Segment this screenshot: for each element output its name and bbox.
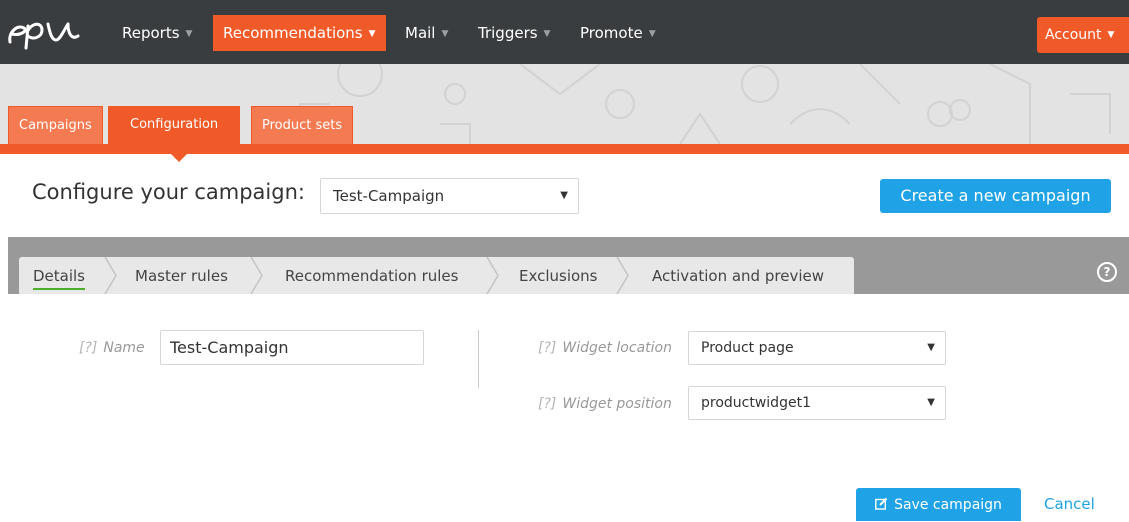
nav-mail[interactable]: Mail ▼ xyxy=(405,15,448,51)
chevron-down-icon: ▼ xyxy=(543,29,551,39)
step-recommendation-rules-label: Recommendation rules xyxy=(285,267,459,285)
campaign-name-input[interactable] xyxy=(160,330,424,365)
step-exclusions-label: Exclusions xyxy=(519,267,598,285)
epi-logo[interactable] xyxy=(6,12,88,52)
widget-location-label-group: [?] Widget location xyxy=(538,340,672,356)
chevron-down-icon: ▼ xyxy=(560,190,568,201)
widget-position-label: Widget position xyxy=(562,396,672,412)
step-master-rules[interactable]: Master rules xyxy=(135,257,228,294)
tab-underline-bar xyxy=(0,144,1129,154)
nav-recommendations-label: Recommendations xyxy=(223,24,363,42)
nav-triggers[interactable]: Triggers ▼ xyxy=(478,15,550,51)
help-icon[interactable]: ? xyxy=(1097,262,1117,282)
step-details-label: Details xyxy=(33,267,86,290)
widget-location-label: Widget location xyxy=(562,340,672,356)
save-campaign-button[interactable]: Save campaign xyxy=(856,488,1021,521)
tab-product-sets-label: Product sets xyxy=(262,118,343,133)
chevron-down-icon: ▼ xyxy=(648,29,656,39)
nav-triggers-label: Triggers xyxy=(478,24,538,42)
edit-icon xyxy=(875,497,888,510)
campaign-select-value: Test-Campaign xyxy=(333,187,445,205)
page-title: Configure your campaign: xyxy=(32,180,305,204)
tab-campaigns[interactable]: Campaigns xyxy=(8,106,103,144)
chevron-down-icon: ▼ xyxy=(1107,30,1115,40)
step-activation-preview-label: Activation and preview xyxy=(652,267,824,285)
tab-configuration[interactable]: Configuration xyxy=(108,106,241,144)
name-label: Name xyxy=(103,340,145,356)
create-campaign-button[interactable]: Create a new campaign xyxy=(880,179,1111,213)
widget-location-select[interactable]: Product page ▼ xyxy=(688,331,946,365)
widget-position-select[interactable]: productwidget1 ▼ xyxy=(688,386,946,420)
tab-configuration-label: Configuration xyxy=(130,117,219,132)
widget-position-label-group: [?] Widget position xyxy=(538,396,672,412)
save-campaign-label: Save campaign xyxy=(894,497,1002,513)
chevron-down-icon: ▼ xyxy=(185,29,193,39)
nav-mail-label: Mail xyxy=(405,24,436,42)
step-separator-icon xyxy=(250,257,263,294)
active-tab-pointer xyxy=(171,154,187,162)
chevron-down-icon: ▼ xyxy=(927,397,935,408)
name-help-hint[interactable]: [?] xyxy=(79,340,97,356)
campaign-select[interactable]: Test-Campaign ▼ xyxy=(320,178,579,214)
top-navigation: Reports ▼ Recommendations ▼ Mail ▼ Triggers… xyxy=(0,0,1129,64)
widget-position-value: productwidget1 xyxy=(701,395,811,411)
form-column-divider xyxy=(478,330,479,388)
chevron-down-icon: ▼ xyxy=(368,29,376,39)
cancel-link[interactable]: Cancel xyxy=(1044,495,1095,513)
widget-position-help-hint[interactable]: [?] xyxy=(538,396,556,412)
nav-reports[interactable]: Reports ▼ xyxy=(122,15,192,51)
nav-promote[interactable]: Promote ▼ xyxy=(580,15,656,51)
step-master-rules-label: Master rules xyxy=(135,267,228,285)
chevron-down-icon: ▼ xyxy=(927,342,935,353)
widget-location-value: Product page xyxy=(701,340,794,356)
step-separator-icon xyxy=(616,257,629,294)
tab-product-sets[interactable]: Product sets xyxy=(251,106,354,144)
nav-reports-label: Reports xyxy=(122,24,180,42)
step-exclusions[interactable]: Exclusions xyxy=(519,257,598,294)
nav-recommendations[interactable]: Recommendations ▼ xyxy=(213,15,386,51)
account-menu-button[interactable]: Account ▼ xyxy=(1037,17,1129,53)
account-label: Account xyxy=(1045,27,1102,43)
chevron-down-icon: ▼ xyxy=(441,29,449,39)
step-activation-preview[interactable]: Activation and preview xyxy=(652,257,824,294)
name-label-group: [?] Name xyxy=(79,340,145,356)
widget-location-help-hint[interactable]: [?] xyxy=(538,340,556,356)
nav-promote-label: Promote xyxy=(580,24,643,42)
step-recommendation-rules[interactable]: Recommendation rules xyxy=(285,257,458,294)
step-details[interactable]: Details xyxy=(33,257,86,294)
step-separator-icon xyxy=(486,257,499,294)
tab-campaigns-label: Campaigns xyxy=(19,118,92,133)
step-separator-icon xyxy=(104,257,117,294)
